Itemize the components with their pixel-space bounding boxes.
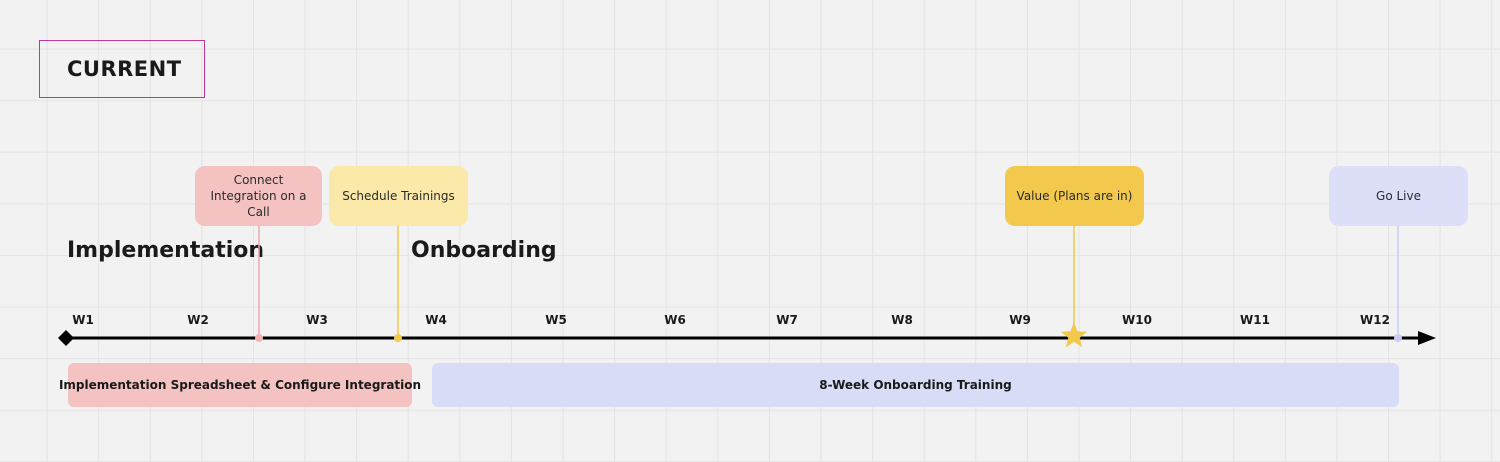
week-label-w1: W1 — [72, 313, 94, 327]
timeline-start-diamond — [58, 330, 74, 346]
week-label-w3: W3 — [306, 313, 328, 327]
week-label-w7: W7 — [776, 313, 798, 327]
week-label-w6: W6 — [664, 313, 686, 327]
sticky-schedule-trainings[interactable]: Schedule Trainings — [329, 166, 468, 226]
week-label-w10: W10 — [1122, 313, 1152, 327]
week-label-w9: W9 — [1009, 313, 1031, 327]
week-label-w2: W2 — [187, 313, 209, 327]
timeline-end-arrow — [1418, 331, 1436, 345]
marker-schedule-trainings — [394, 334, 402, 342]
sticky-connect-integration[interactable]: Connect Integration on a Call — [195, 166, 322, 226]
week-label-w5: W5 — [545, 313, 567, 327]
week-label-w8: W8 — [891, 313, 913, 327]
sticky-value[interactable]: Value (Plans are in) — [1005, 166, 1144, 226]
span-implementation[interactable]: Implementation Spreadsheet & Configure I… — [59, 363, 421, 407]
week-label-w11: W11 — [1240, 313, 1270, 327]
value-star-icon — [1060, 322, 1088, 348]
week-label-w4: W4 — [425, 313, 447, 327]
week-label-w12: W12 — [1360, 313, 1390, 327]
span-onboarding[interactable]: 8-Week Onboarding Training — [432, 363, 1399, 407]
marker-connect-integration — [255, 334, 263, 342]
sticky-go-live[interactable]: Go Live — [1329, 166, 1468, 226]
marker-go-live — [1394, 334, 1402, 342]
